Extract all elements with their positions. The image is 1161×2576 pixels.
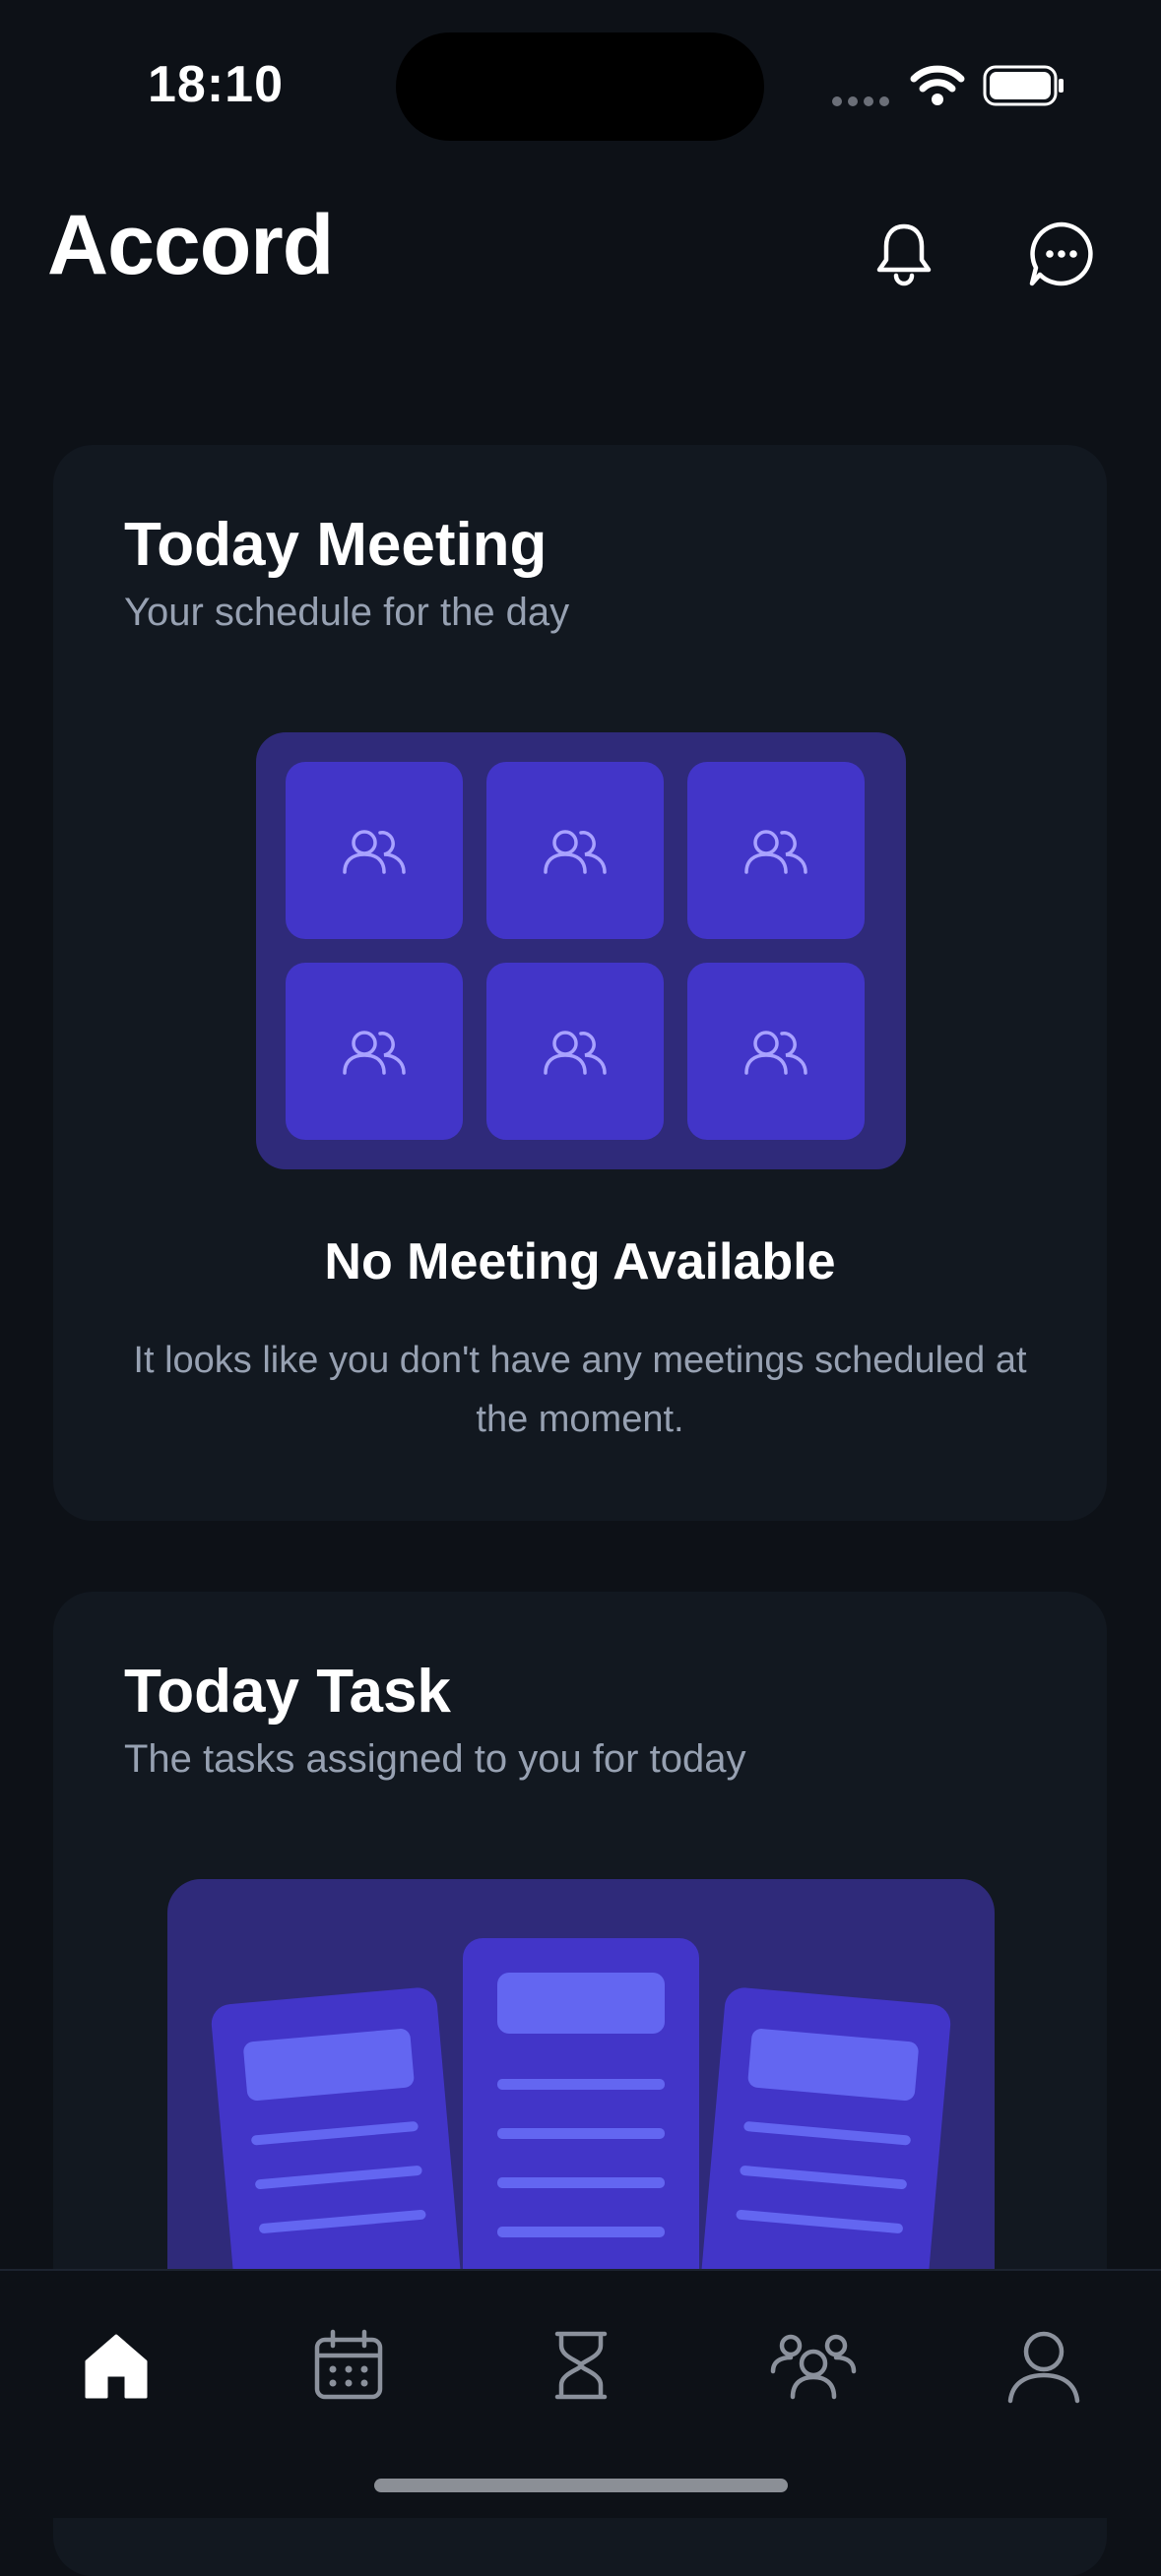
group-tile [286,963,463,1140]
bell-icon[interactable] [867,217,941,291]
empty-meeting-description: It looks like you don't have any meeting… [133,1340,1027,1440]
tab-timer[interactable] [522,2306,640,2424]
task-card-subtitle: The tasks assigned to you for today [124,1737,746,1781]
tab-team[interactable] [754,2306,872,2424]
meeting-card: Today Meeting Your schedule for the day … [53,445,1107,1521]
group-tile [486,762,664,939]
people-icon [544,830,607,874]
tab-profile[interactable] [985,2306,1103,2424]
meeting-empty-illustration [256,732,906,1169]
team-icon [770,2334,857,2400]
app-title: Accord [47,198,334,292]
dynamic-island [396,32,764,141]
meeting-card-subtitle: Your schedule for the day [124,591,570,634]
cellular-signal-icon [832,94,895,111]
status-bar: 18:10 [0,0,1161,177]
meeting-card-title: Today Meeting [124,511,548,579]
group-tile [486,963,664,1140]
status-time: 18:10 [148,56,284,113]
group-tile [286,762,463,939]
chat-icon[interactable] [1024,217,1099,291]
wifi-icon [910,65,965,105]
battery-icon [983,65,1064,106]
task-illustration [167,1879,995,2293]
people-icon [343,830,406,874]
home-icon [85,2334,148,2399]
task-documents-icon [211,1938,951,2293]
task-card-title: Today Task [124,1658,451,1726]
people-icon [744,1031,807,1075]
people-icon [744,830,807,874]
profile-icon [1007,2331,1080,2404]
tab-calendar[interactable] [290,2306,408,2424]
home-indicator [374,2479,788,2492]
tab-home[interactable] [57,2306,175,2424]
group-tile [687,963,865,1140]
people-icon [343,1031,406,1075]
group-tile [687,762,865,939]
hourglass-icon [554,2331,608,2400]
empty-meeting-title: No Meeting Available [324,1233,836,1290]
calendar-icon [314,2329,383,2400]
people-icon [544,1031,607,1075]
